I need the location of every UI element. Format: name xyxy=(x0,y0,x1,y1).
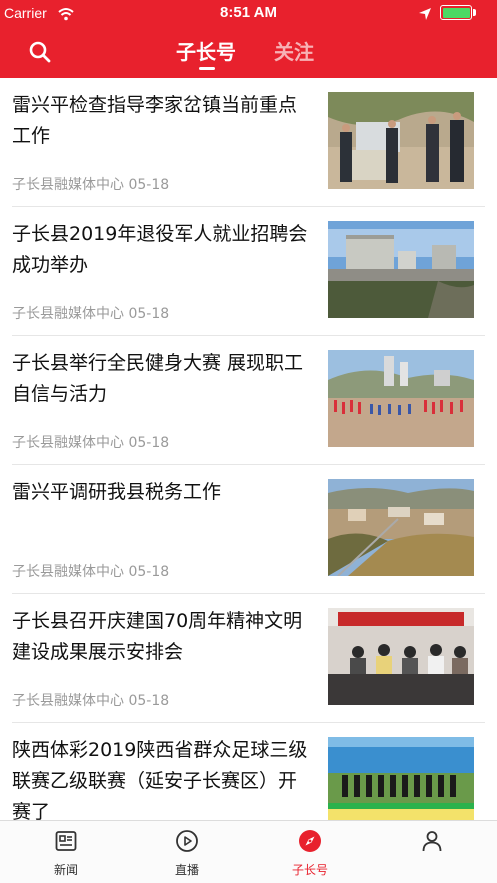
tabbar-item-profile[interactable] xyxy=(370,821,494,883)
news-title: 雷兴平检查指导李家岔镇当前重点工作 xyxy=(12,94,298,147)
news-source: 子长县融媒体中心 xyxy=(12,693,124,709)
news-item[interactable]: 陕西体彩2019陕西省群众足球三级联赛乙级联赛（延安子长赛区）开赛了 xyxy=(0,723,497,820)
news-meta: 子长县融媒体中心 05-18 xyxy=(12,561,169,581)
tabbar-item-zichanghao[interactable]: 子长号 xyxy=(248,821,372,883)
newspaper-icon xyxy=(54,829,78,853)
active-tab-indicator xyxy=(199,67,215,70)
tab-zichanghao[interactable]: 子长号 xyxy=(176,36,236,65)
news-item[interactable]: 子长县2019年退役军人就业招聘会成功举办 子长县融媒体中心 05-18 xyxy=(0,207,497,336)
news-title: 陕西体彩2019陕西省群众足球三级联赛乙级联赛（延安子长赛区）开赛了 xyxy=(12,739,308,820)
news-source: 子长县融媒体中心 xyxy=(12,177,124,193)
news-source: 子长县融媒体中心 xyxy=(12,306,124,322)
tabbar-item-live[interactable]: 直播 xyxy=(125,821,249,883)
news-date: 05-18 xyxy=(128,177,170,193)
tabbar-label: 子长号 xyxy=(291,863,328,877)
tabbar-item-news[interactable]: 新闻 xyxy=(4,821,128,883)
news-item[interactable]: 子长县召开庆建国70周年精神文明建设成果展示安排会 子长县融媒体中心 05-18 xyxy=(0,594,497,723)
news-source: 子长县融媒体中心 xyxy=(12,435,124,451)
app-header: Carrier 8:51 AM 子长号 关注 xyxy=(0,0,497,78)
play-icon xyxy=(175,829,199,853)
news-thumbnail xyxy=(328,92,474,189)
news-date: 05-18 xyxy=(128,693,170,709)
tabbar-label: 直播 xyxy=(174,863,199,877)
news-thumbnail xyxy=(328,221,474,318)
bottom-tab-bar: 新闻 直播 子长号 xyxy=(0,820,497,883)
news-thumbnail xyxy=(328,350,474,447)
news-date: 05-18 xyxy=(128,564,170,580)
person-icon xyxy=(420,829,444,853)
news-thumbnail xyxy=(328,479,474,576)
news-date: 05-18 xyxy=(128,435,170,451)
news-item[interactable]: 子长县举行全民健身大赛 展现职工自信与活力 子长县融媒体中心 05-18 xyxy=(0,336,497,465)
status-bar: Carrier 8:51 AM xyxy=(0,0,497,28)
news-source: 子长县融媒体中心 xyxy=(12,564,124,580)
tabbar-label: 新闻 xyxy=(53,863,78,877)
news-meta: 子长县融媒体中心 05-18 xyxy=(12,432,169,452)
battery-tip xyxy=(473,9,476,16)
location-arrow-icon xyxy=(418,6,432,20)
news-thumbnail xyxy=(328,608,474,705)
battery-icon xyxy=(440,5,472,20)
news-title: 子长县举行全民健身大赛 展现职工自信与活力 xyxy=(12,352,304,405)
news-feed[interactable]: 雷兴平检查指导李家岔镇当前重点工作 子长县融媒体中心 05-18 子长县2019… xyxy=(0,78,497,820)
search-icon[interactable] xyxy=(28,40,52,64)
news-item[interactable]: 雷兴平检查指导李家岔镇当前重点工作 子长县融媒体中心 05-18 xyxy=(0,78,497,207)
news-thumbnail xyxy=(328,737,474,820)
news-title: 雷兴平调研我县税务工作 xyxy=(12,481,222,503)
news-title: 子长县召开庆建国70周年精神文明建设成果展示安排会 xyxy=(12,610,303,663)
news-meta: 子长县融媒体中心 05-18 xyxy=(12,690,169,710)
news-item[interactable]: 雷兴平调研我县税务工作 子长县融媒体中心 05-18 xyxy=(0,465,497,594)
news-date: 05-18 xyxy=(128,306,170,322)
news-title: 子长县2019年退役军人就业招聘会成功举办 xyxy=(12,223,308,276)
tab-follow[interactable]: 关注 xyxy=(274,36,314,65)
news-meta: 子长县融媒体中心 05-18 xyxy=(12,303,169,323)
news-meta: 子长县融媒体中心 05-18 xyxy=(12,174,169,194)
compass-icon xyxy=(298,829,322,853)
